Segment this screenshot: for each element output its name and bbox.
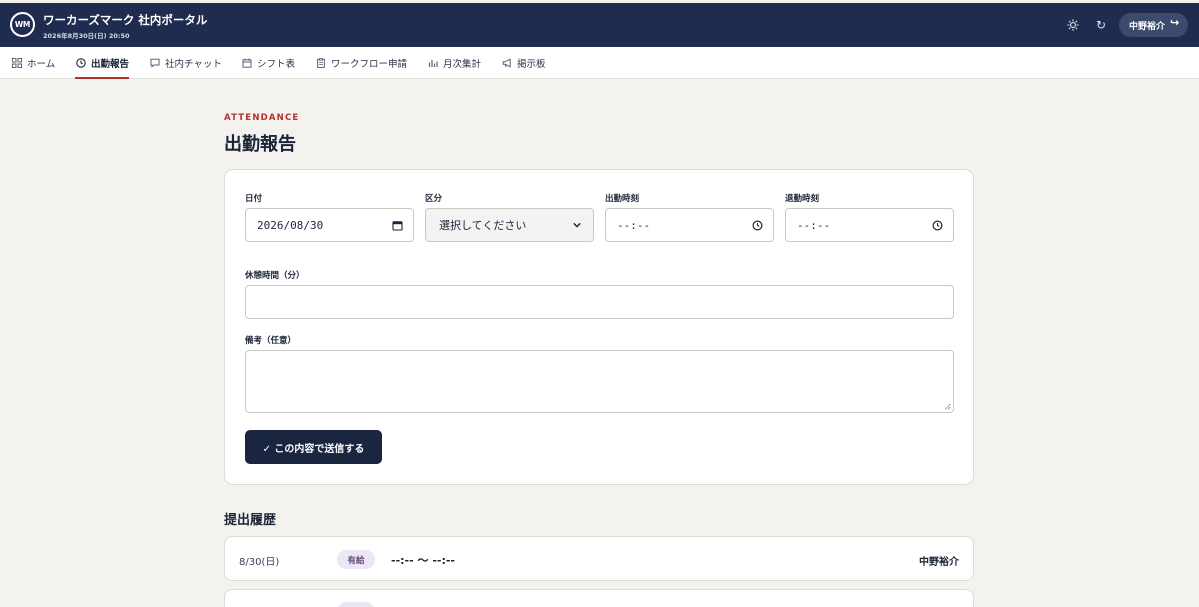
start-time-value: --:--	[617, 218, 651, 232]
calendar-picker-icon[interactable]	[391, 219, 403, 231]
resize-handle-icon[interactable]	[944, 403, 951, 410]
clock-icon[interactable]	[751, 219, 763, 231]
nav-item-label: 出勤報告	[91, 59, 130, 70]
date-input[interactable]: 2026/08/30	[245, 208, 414, 242]
nav-item-label: 社内チャット	[165, 59, 222, 70]
history-title: 提出履歴	[224, 513, 277, 528]
nav-item-board[interactable]: 掲示板	[501, 47, 546, 79]
end-time-input[interactable]: --:--	[785, 208, 954, 242]
break-minutes-label: 休憩時間（分）	[245, 271, 305, 281]
history-user-name: 中野裕介	[919, 557, 959, 568]
app-title: ワーカーズマーク 社内ポータル	[43, 13, 208, 27]
submit-button[interactable]: ✓ この内容で送信する	[245, 430, 382, 464]
date-value: 2026/08/30	[257, 218, 324, 232]
history-time-range: --:-- 〜 --:--	[391, 554, 455, 567]
start-time-label: 出勤時刻	[605, 194, 640, 204]
bar-chart-icon	[427, 58, 438, 69]
category-select[interactable]: 選択してください	[425, 208, 594, 242]
start-time-input[interactable]: --:--	[605, 208, 774, 242]
nav-item-label: 掲示板	[517, 59, 546, 70]
history-row[interactable]: 8/30(日) 有給 --:-- 〜 --:-- 中野裕介	[224, 536, 974, 581]
nav-item-label: ホーム	[27, 59, 56, 70]
date-label: 日付	[245, 194, 263, 204]
clock-icon	[75, 58, 86, 69]
end-time-value: --:--	[797, 218, 831, 232]
nav-item-label: シフト表	[257, 59, 296, 70]
clock-icon[interactable]	[931, 219, 943, 231]
page-title: 出勤報告	[224, 134, 296, 155]
refresh-icon[interactable]: ↻	[1093, 17, 1109, 33]
nav-item-workflow[interactable]: ワークフロー申請	[315, 47, 407, 79]
user-menu-button[interactable]: 中野裕介 ↪	[1119, 13, 1188, 37]
category-label: 区分	[425, 194, 443, 204]
logout-icon[interactable]: ↪	[1170, 17, 1179, 28]
main-nav: ホーム 出勤報告 社内チャット シフト表 ワークフロー申請 月次集計 掲示板	[0, 47, 1199, 79]
user-name: 中野裕介	[1129, 21, 1166, 32]
grid-icon	[11, 58, 22, 69]
app-logo[interactable]: WM	[10, 12, 35, 37]
page-eyebrow: ATTENDANCE	[224, 113, 300, 123]
nav-item-monthly[interactable]: 月次集計	[427, 47, 481, 79]
break-minutes-input[interactable]	[245, 285, 954, 319]
nav-item-shift[interactable]: シフト表	[241, 47, 295, 79]
nav-item-chat[interactable]: 社内チャット	[149, 47, 222, 79]
nav-item-attendance[interactable]: 出勤報告	[75, 47, 130, 79]
nav-item-home[interactable]: ホーム	[11, 47, 55, 79]
header-datetime: 2026年8月30日(日) 20:50	[43, 32, 130, 40]
chevron-down-icon	[571, 219, 583, 231]
history-date: 8/30(日)	[239, 557, 280, 568]
end-time-label: 退勤時刻	[785, 194, 820, 204]
attendance-form-card: 日付 2026/08/30 区分 選択してください 出勤時刻 --:-- 退勤時…	[224, 169, 974, 485]
history-row[interactable]	[224, 589, 974, 607]
nav-item-label: ワークフロー申請	[331, 59, 408, 70]
notes-textarea[interactable]	[245, 350, 954, 413]
theme-toggle-icon[interactable]	[1065, 17, 1081, 33]
calendar-icon	[241, 58, 252, 69]
nav-item-label: 月次集計	[443, 59, 482, 70]
clipboard-icon	[315, 58, 326, 69]
status-badge: 有給	[337, 550, 375, 569]
megaphone-icon	[501, 58, 512, 69]
chat-icon	[149, 58, 160, 69]
notes-label: 備考（任意）	[245, 336, 297, 346]
app-header: WM ワーカーズマーク 社内ポータル 2026年8月30日(日) 20:50 ↻…	[0, 3, 1199, 47]
category-value: 選択してください	[439, 219, 527, 232]
status-badge	[337, 602, 375, 607]
